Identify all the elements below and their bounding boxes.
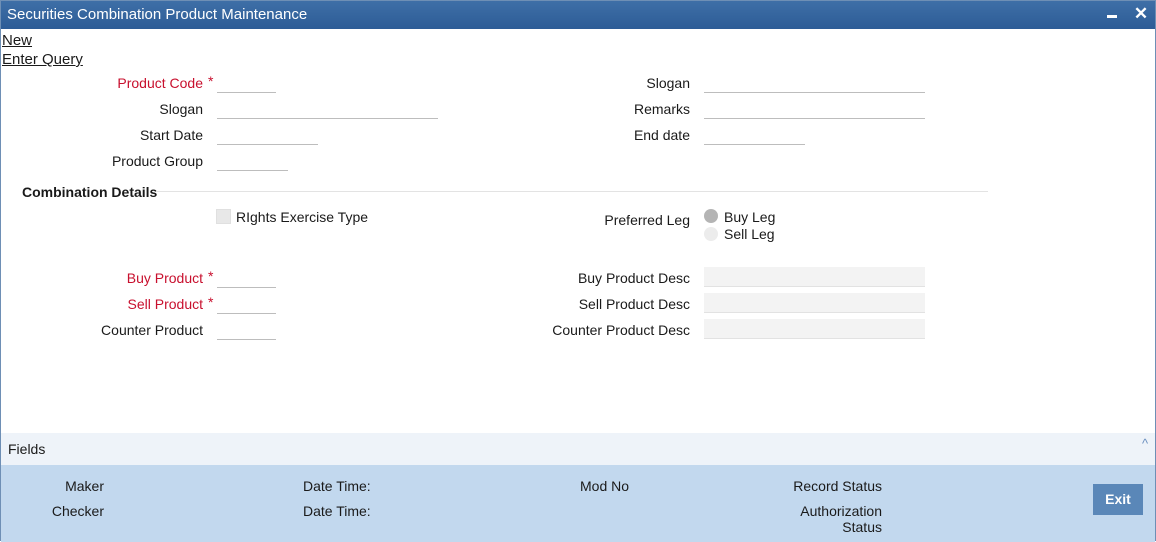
fields-label: Fields: [8, 441, 46, 457]
authorization-label: Authorization: [800, 503, 882, 519]
new-link[interactable]: New: [2, 32, 32, 49]
sell-product-desc-input[interactable]: [704, 293, 925, 313]
start-date-input[interactable]: [217, 125, 318, 145]
enter-query-link[interactable]: Enter Query: [2, 51, 83, 68]
start-date-label: Start Date: [139, 127, 203, 143]
counter-product-label: Counter Product: [101, 322, 203, 338]
sell-product-desc-label: Sell Product Desc: [578, 296, 690, 312]
slogan-input[interactable]: [217, 99, 438, 119]
required-marker: *: [208, 268, 214, 284]
window-title: Securities Combination Product Maintenan…: [7, 6, 308, 23]
section-divider: [156, 191, 988, 192]
sell-product-input[interactable]: [217, 294, 276, 314]
chevron-up-icon[interactable]: ^: [1142, 436, 1148, 451]
slogan-right-input[interactable]: [704, 73, 925, 93]
preferred-leg-label: Preferred Leg: [604, 212, 690, 228]
mod-no-label: Mod No: [580, 478, 630, 494]
audit-footer: [1, 465, 1155, 542]
exit-button[interactable]: Exit: [1093, 484, 1143, 515]
authorization-status-label: Status: [842, 519, 882, 535]
remarks-input[interactable]: [704, 99, 925, 119]
record-status-label: Record Status: [793, 478, 882, 494]
required-marker: *: [208, 73, 214, 89]
counter-product-input[interactable]: [217, 320, 276, 340]
title-bar: Securities Combination Product Maintenan…: [1, 1, 1155, 29]
required-marker: *: [208, 294, 214, 310]
buy-product-desc-input[interactable]: [704, 267, 925, 287]
fields-bar[interactable]: Fields ^: [1, 433, 1155, 465]
slogan-label: Slogan: [159, 101, 203, 117]
buy-product-input[interactable]: [217, 268, 276, 288]
combination-details-title: Combination Details: [22, 184, 158, 200]
maker-label: Maker: [65, 478, 104, 494]
sell-leg-label: Sell Leg: [724, 226, 775, 242]
product-code-input[interactable]: [217, 73, 276, 93]
end-date-label: End date: [633, 127, 690, 143]
end-date-input[interactable]: [704, 125, 805, 145]
window: Securities Combination Product Maintenan…: [0, 0, 1156, 542]
checker-label: Checker: [51, 503, 104, 519]
slogan-right-label: Slogan: [646, 75, 690, 91]
buy-product-label: Buy Product: [126, 270, 203, 286]
sell-product-label: Sell Product: [127, 296, 203, 312]
product-group-input[interactable]: [217, 151, 288, 171]
close-icon[interactable]: ✕: [1132, 5, 1150, 23]
product-code-label: Product Code: [117, 75, 203, 91]
sell-leg-radio[interactable]: [704, 227, 718, 241]
remarks-label: Remarks: [633, 101, 690, 117]
rights-exercise-type-label: RIghts Exercise Type: [236, 209, 369, 225]
maker-date-time-label: Date Time:: [303, 478, 371, 494]
buy-product-desc-label: Buy Product Desc: [577, 270, 690, 286]
buy-leg-label: Buy Leg: [724, 209, 776, 225]
rights-exercise-type-checkbox[interactable]: [216, 209, 231, 224]
minimize-icon[interactable]: [1103, 5, 1121, 23]
product-group-label: Product Group: [111, 153, 203, 169]
checker-date-time-label: Date Time:: [303, 503, 371, 519]
counter-product-desc-input[interactable]: [704, 319, 925, 339]
counter-product-desc-label: Counter Product Desc: [552, 322, 690, 338]
buy-leg-radio[interactable]: [704, 209, 718, 223]
